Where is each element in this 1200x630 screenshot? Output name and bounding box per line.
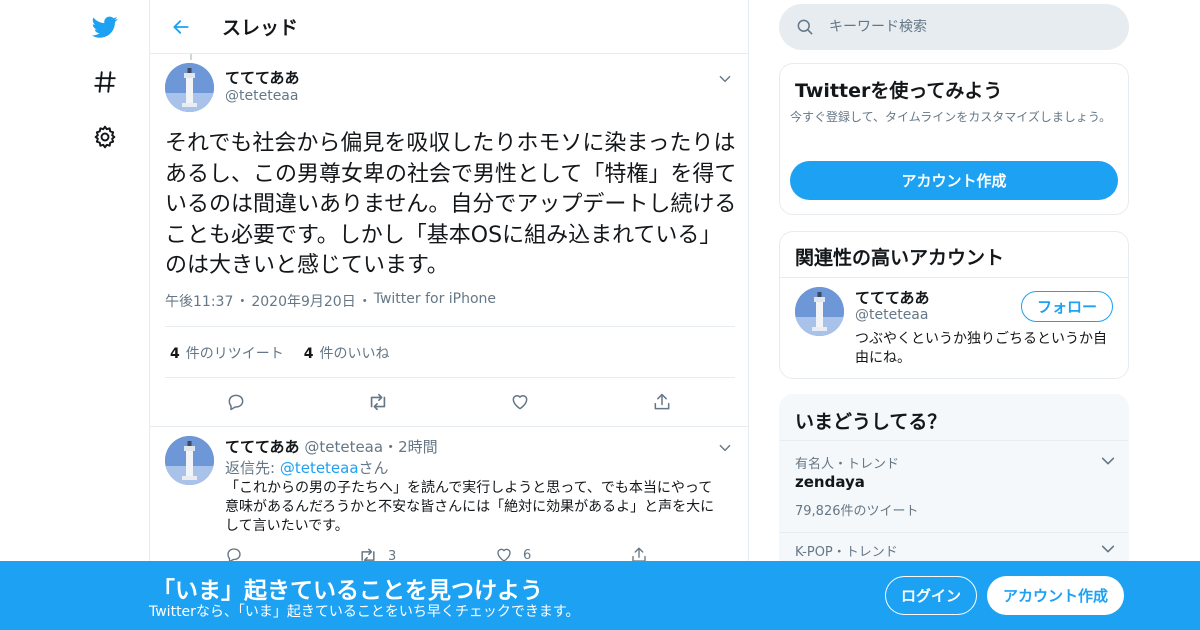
author-name[interactable]: てててああ — [225, 438, 300, 456]
signup-card-description: 今すぐ登録して、タイムラインをカスタマイズしましょう。 — [790, 110, 1112, 124]
gear-icon[interactable] — [88, 120, 122, 154]
login-button[interactable]: ログイン — [885, 576, 977, 615]
replying-to: 返信先: @teteteaaさん — [225, 457, 389, 478]
related-accounts-card: 関連性の高いアカウント てててああ @teteteaa フォロー つぶやくという… — [779, 231, 1129, 379]
chevron-down-icon[interactable] — [1100, 453, 1116, 469]
avatar[interactable] — [165, 63, 214, 112]
share-icon[interactable] — [650, 390, 674, 414]
tweet-time[interactable]: 午後11:37 — [165, 291, 233, 311]
tweet-date[interactable]: 2020年9月20日 — [251, 291, 355, 311]
tweet-stats: 4 件のリツイート 4 件のいいね — [170, 343, 390, 363]
divider — [150, 426, 748, 427]
reply-header: てててああ @teteteaa・2時間 — [225, 436, 438, 457]
tweet-meta: 午後11:37 ・ 2020年9月20日 ・ Twitter for iPhon… — [165, 291, 496, 311]
banner-subtitle: Twitterなら、「いま」起きていることをいち早くチェックできます。 — [149, 604, 580, 620]
trend-count: 79,826件のツイート — [795, 504, 919, 519]
reply-age[interactable]: 2時間 — [398, 438, 438, 456]
meta-separator: ・ — [357, 294, 372, 310]
reply-text: 「これからの男の子たちへ」を読んで実行しようと思って、でも本当にやって意味がある… — [225, 480, 715, 534]
tweet-source: Twitter for iPhone — [373, 291, 497, 307]
reply-prefix: 返信先: — [225, 459, 280, 477]
heart-icon[interactable] — [508, 390, 532, 414]
retweet-icon[interactable] — [366, 390, 390, 414]
reply-suffix: さん — [358, 459, 389, 477]
create-account-button[interactable]: アカウント作成 — [987, 576, 1124, 615]
tweet-text: それでも社会から偏見を吸収したりホモソに染まったりはあるし、この男尊女卑の社会で… — [165, 131, 737, 279]
thread-column: スレッド てててああ @teteteaa それでも社会から偏見を吸収したりホモソ… — [149, 0, 749, 630]
main-tweet: てててああ @teteteaa それでも社会から偏見を吸収したりホモソに染まった… — [165, 63, 736, 411]
page-title: スレッド — [222, 17, 299, 39]
signup-card: Twitterを使ってみよう 今すぐ登録して、タイムラインをカスタマイズしましょ… — [779, 63, 1129, 215]
tweet-author: てててああ @teteteaa — [225, 67, 300, 104]
author-handle[interactable]: @teteteaa — [225, 88, 300, 104]
retweet-label: 件のリツイート — [185, 346, 284, 362]
chevron-down-icon[interactable] — [715, 438, 735, 458]
search-input[interactable] — [829, 19, 1109, 35]
like-count: 4 — [303, 346, 314, 362]
create-account-button[interactable]: アカウント作成 — [790, 161, 1118, 200]
thread-header: スレッド — [150, 0, 748, 54]
account-name[interactable]: てててああ — [855, 287, 930, 308]
tweet-actions — [165, 390, 735, 414]
trends-title: いまどうしてる？ — [795, 411, 947, 433]
thread-line — [190, 54, 192, 60]
trend-category: 有名人・トレンド — [795, 457, 900, 472]
signup-card-title: Twitterを使ってみよう — [795, 80, 1003, 102]
reply-icon[interactable] — [224, 390, 248, 414]
banner-title: 「いま」起きていることを見つけよう — [152, 578, 543, 604]
avatar[interactable] — [165, 436, 214, 485]
related-card-title: 関連性の高いアカウント — [795, 247, 1005, 269]
chevron-down-icon[interactable] — [1100, 541, 1116, 557]
author-handle[interactable]: @teteteaa — [304, 438, 383, 456]
chevron-down-icon[interactable] — [715, 69, 735, 89]
meta-separator: ・ — [235, 294, 250, 310]
reply-handle-link[interactable]: @teteteaa — [280, 459, 359, 477]
divider — [780, 277, 1128, 278]
account-bio: つぶやくというか独りごちるというか自由にね。 — [855, 331, 1107, 366]
follow-button[interactable]: フォロー — [1021, 291, 1113, 322]
account-handle[interactable]: @teteteaa — [855, 307, 928, 323]
like-label: 件のいいね — [319, 346, 390, 362]
author-name[interactable]: てててああ — [225, 67, 300, 88]
retweet-stat[interactable]: 4 件のリツイート — [170, 343, 284, 363]
like-stat[interactable]: 4 件のいいね — [304, 343, 390, 363]
left-nav — [80, 0, 130, 630]
retweet-count: 4 — [170, 346, 180, 362]
hashtag-icon[interactable] — [88, 65, 122, 99]
signup-banner: 「いま」起きていることを見つけよう Twitterなら、「いま」起きていることを… — [0, 561, 1200, 630]
trend-item[interactable]: 有名人・トレンド zendaya 79,826件のツイート — [780, 440, 1128, 519]
divider — [165, 326, 735, 327]
trend-category: K-POP・トレンド — [795, 545, 898, 560]
twitter-logo-icon[interactable] — [88, 10, 122, 44]
search-box[interactable] — [779, 4, 1129, 50]
trend-name: zendaya — [795, 473, 865, 491]
search-icon — [797, 19, 813, 35]
divider — [165, 377, 735, 378]
meta-separator: ・ — [383, 438, 399, 456]
avatar[interactable] — [795, 287, 844, 336]
back-arrow-icon[interactable] — [164, 10, 198, 44]
